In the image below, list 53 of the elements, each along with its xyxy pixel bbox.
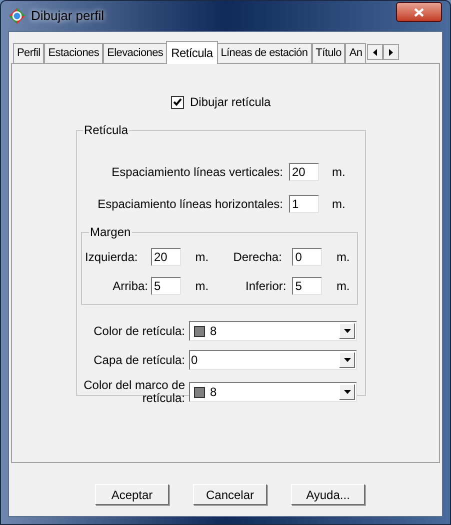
unit-label: m. <box>336 278 351 295</box>
dialog-button[interactable]: Aceptar <box>95 484 169 505</box>
tab[interactable]: Perfil <box>13 43 44 63</box>
input-field[interactable]: 0 <box>292 248 322 266</box>
dropdown-button[interactable] <box>339 384 355 400</box>
unit-label: m. <box>332 164 346 181</box>
dropdown-button[interactable] <box>339 352 355 368</box>
field-label: Capa de retícula: <box>92 354 185 366</box>
unit-label: m. <box>332 196 346 213</box>
dropdown-button[interactable] <box>339 323 355 339</box>
caret-icon <box>344 390 350 394</box>
dropdown[interactable]: 0 <box>189 350 357 370</box>
unit-label: m. <box>336 249 351 266</box>
field-label: Izquierda: <box>85 249 139 266</box>
field-label: Arriba: <box>112 278 149 295</box>
input-field[interactable]: 20 <box>289 163 319 181</box>
tab[interactable]: Elevaciones <box>103 43 168 63</box>
checkbox[interactable] <box>171 96 184 108</box>
field-label: Color de retícula: <box>92 324 185 338</box>
tab[interactable]: Estaciones <box>44 43 104 63</box>
unit-label: m. <box>195 278 210 295</box>
dialog-button[interactable]: Ayuda... <box>291 484 365 505</box>
caret-icon <box>344 358 350 362</box>
right-arrow-icon <box>389 48 394 56</box>
tab[interactable]: Líneas de estación <box>216 43 312 63</box>
input-field[interactable]: 20 <box>151 248 181 266</box>
unit-label: m. <box>195 249 210 266</box>
tab[interactable]: Retícula <box>166 41 218 64</box>
left-arrow-icon <box>373 48 378 56</box>
dropdown[interactable]: 8 <box>189 321 357 341</box>
field-label: Inferior: <box>244 278 288 295</box>
window-title: Dibujar perfil <box>31 7 104 26</box>
input-field[interactable]: 5 <box>151 277 181 295</box>
group-title: Margen <box>90 225 131 239</box>
dropdown[interactable]: 8 <box>189 382 357 402</box>
tab[interactable]: An <box>345 43 366 63</box>
scroll-right-button[interactable] <box>383 44 400 60</box>
field-label: Espaciamiento líneas horizontales: <box>96 196 283 213</box>
checkbox-label: Dibujar retícula <box>190 94 271 111</box>
app-icon <box>9 8 25 24</box>
caret-icon <box>344 329 350 333</box>
group-title: Retícula <box>84 123 128 137</box>
field-label: Derecha: <box>232 249 283 266</box>
field-label: Color del marco de retícula: <box>82 379 185 405</box>
field-label: Espaciamiento líneas verticales: <box>110 164 283 181</box>
close-button[interactable] <box>396 2 442 22</box>
dialog-button[interactable]: Cancelar <box>193 484 267 505</box>
scroll-left-button[interactable] <box>367 44 384 60</box>
input-field[interactable]: 5 <box>292 277 322 295</box>
check-icon <box>173 98 182 106</box>
input-field[interactable]: 1 <box>289 195 319 213</box>
tab[interactable]: Título <box>312 43 346 63</box>
close-icon <box>414 8 424 16</box>
